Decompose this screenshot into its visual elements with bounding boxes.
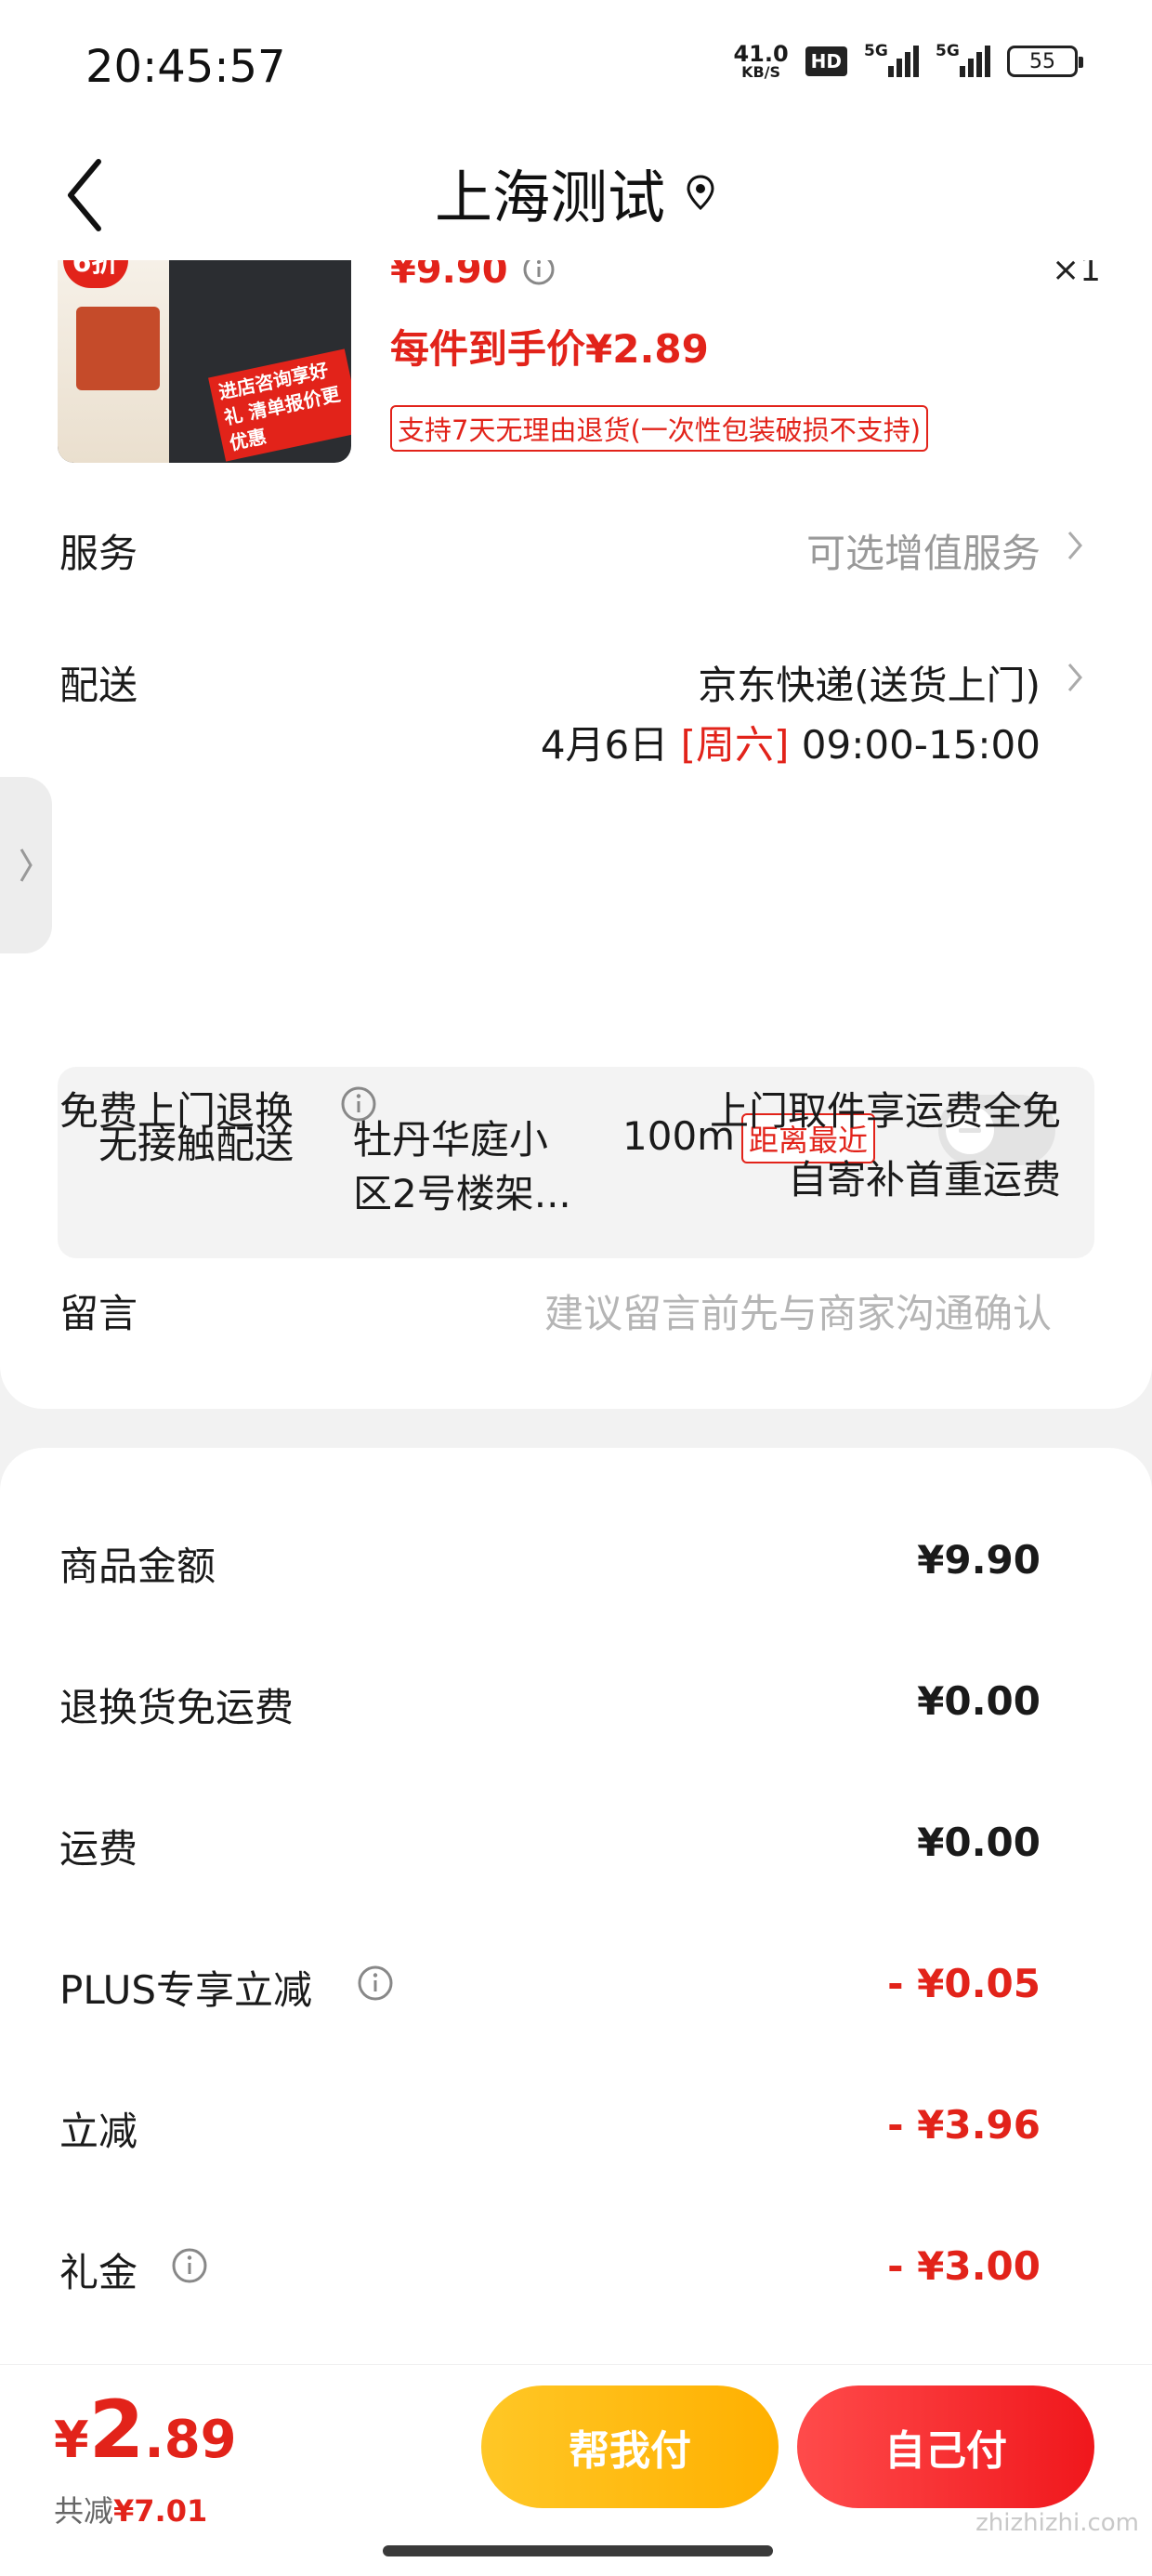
service-label: 服务 <box>59 531 138 576</box>
summary-label-shipping: 运费 <box>59 1826 138 1872</box>
free-return-line2: 自寄补首重运费 <box>787 1157 1061 1203</box>
order-detail-card: 6折 进店咨询享好礼 清单报价更优惠 ¥9.90 ×1 每件到手价¥2.89 支… <box>0 260 1152 1409</box>
delivery-time[interactable]: 4月6日 [周六] 09:00-15:00 <box>541 714 1041 770</box>
sim1-label: 5G <box>864 42 888 60</box>
chevron-right-icon[interactable] <box>1065 660 1085 695</box>
currency-symbol: ¥ <box>54 2411 89 2469</box>
contactless-address[interactable]: 牡丹华庭小区2号楼架... <box>353 1113 585 1221</box>
battery-icon: 55 <box>1007 46 1083 77</box>
price-summary-card: 商品金额 ¥9.90 退换货免运费 ¥0.00 运费 ¥0.00 PLUS专享立… <box>0 1448 1152 2377</box>
total-saved: 共减¥7.01 <box>54 2488 207 2530</box>
summary-label-return-shipping: 退换货免运费 <box>59 1685 295 1730</box>
signal-icon: 5G <box>864 42 919 77</box>
status-time: 20:45:57 <box>85 41 286 93</box>
location-pin-icon <box>687 175 714 211</box>
summary-value-plus: - ¥0.05 <box>887 1961 1041 2006</box>
hd-icon: HD <box>805 46 847 76</box>
sim2-label: 5G <box>936 42 960 60</box>
home-indicator[interactable] <box>383 2545 773 2556</box>
free-return-line1: 上门取件享运费全免 <box>709 1088 1061 1134</box>
side-drawer-handle[interactable] <box>0 777 52 953</box>
status-bar: 20:45:57 41.0 KB/S HD 5G 5G 55 <box>0 0 1152 130</box>
watermark: zhizhizhi.com <box>975 2509 1139 2537</box>
status-icons: 41.0 KB/S HD 5G 5G 55 <box>733 42 1083 80</box>
message-input[interactable]: 建议留言前先与商家沟通确认 <box>544 1282 1052 1339</box>
saved-label: 共减 <box>54 2493 114 2529</box>
info-icon[interactable] <box>357 1965 394 2002</box>
service-value[interactable]: 可选增值服务 <box>806 522 1041 579</box>
total-integer: 2 <box>88 2384 145 2477</box>
nav-title-area[interactable]: 上海测试 <box>0 151 1152 234</box>
summary-label-goods: 商品金额 <box>59 1544 216 1589</box>
delivery-weekday: [周六] <box>680 722 790 768</box>
self-pay-button[interactable]: 自己付 <box>797 2385 1094 2508</box>
product-thumbnail[interactable]: 6折 进店咨询享好礼 清单报价更优惠 <box>58 260 351 463</box>
saved-value: ¥7.01 <box>113 2493 208 2529</box>
info-icon[interactable] <box>522 260 556 286</box>
info-icon[interactable] <box>171 2247 208 2284</box>
summary-value-goods: ¥9.90 <box>917 1537 1041 1583</box>
chevron-right-icon <box>20 848 33 882</box>
page-title: 上海测试 <box>434 164 665 231</box>
summary-label-plus: PLUS专享立减 <box>59 1967 313 2013</box>
net-speed-value: 41.0 <box>733 41 789 67</box>
summary-label-instant: 立减 <box>59 2109 138 2154</box>
chevron-right-icon[interactable] <box>1065 528 1085 563</box>
product-price: ¥9.90 <box>390 260 508 292</box>
checkout-bar: ¥ 2 .89 共减¥7.01 帮我付 自己付 <box>0 2364 1152 2576</box>
free-return-label: 免费上门退换 <box>59 1088 295 1134</box>
delivery-carrier[interactable]: 京东快递(送货上门) <box>698 654 1041 711</box>
summary-label-gift: 礼金 <box>59 2250 138 2295</box>
promo-banner: 进店咨询享好礼 清单报价更优惠 <box>208 348 351 462</box>
summary-value-gift: - ¥3.00 <box>887 2243 1041 2289</box>
delivery-label: 配送 <box>59 663 138 708</box>
product-quantity: ×1 <box>1052 260 1102 289</box>
delivery-window: 09:00-15:00 <box>801 722 1041 768</box>
signal-icon: 5G <box>936 42 990 77</box>
unit-final-price: 每件到手价¥2.89 <box>390 326 709 372</box>
battery-level: 55 <box>1029 49 1055 73</box>
total-price: ¥ 2 .89 <box>54 2384 237 2477</box>
summary-value-return-shipping: ¥0.00 <box>917 1678 1041 1724</box>
delivery-date: 4月6日 <box>540 722 669 768</box>
return-policy-tag: 支持7天无理由退货(一次性包装破损不支持) <box>390 405 929 452</box>
total-decimal: .89 <box>144 2410 237 2470</box>
summary-value-instant: - ¥3.96 <box>887 2102 1041 2148</box>
summary-value-shipping: ¥0.00 <box>917 1820 1041 1865</box>
help-pay-button[interactable]: 帮我付 <box>481 2385 779 2508</box>
info-icon[interactable] <box>340 1085 377 1123</box>
message-label: 留言 <box>59 1291 138 1336</box>
network-speed: 41.0 KB/S <box>733 43 788 80</box>
net-speed-unit: KB/S <box>741 63 781 81</box>
nav-bar: 上海测试 <box>0 130 1152 260</box>
product-image <box>76 307 160 390</box>
